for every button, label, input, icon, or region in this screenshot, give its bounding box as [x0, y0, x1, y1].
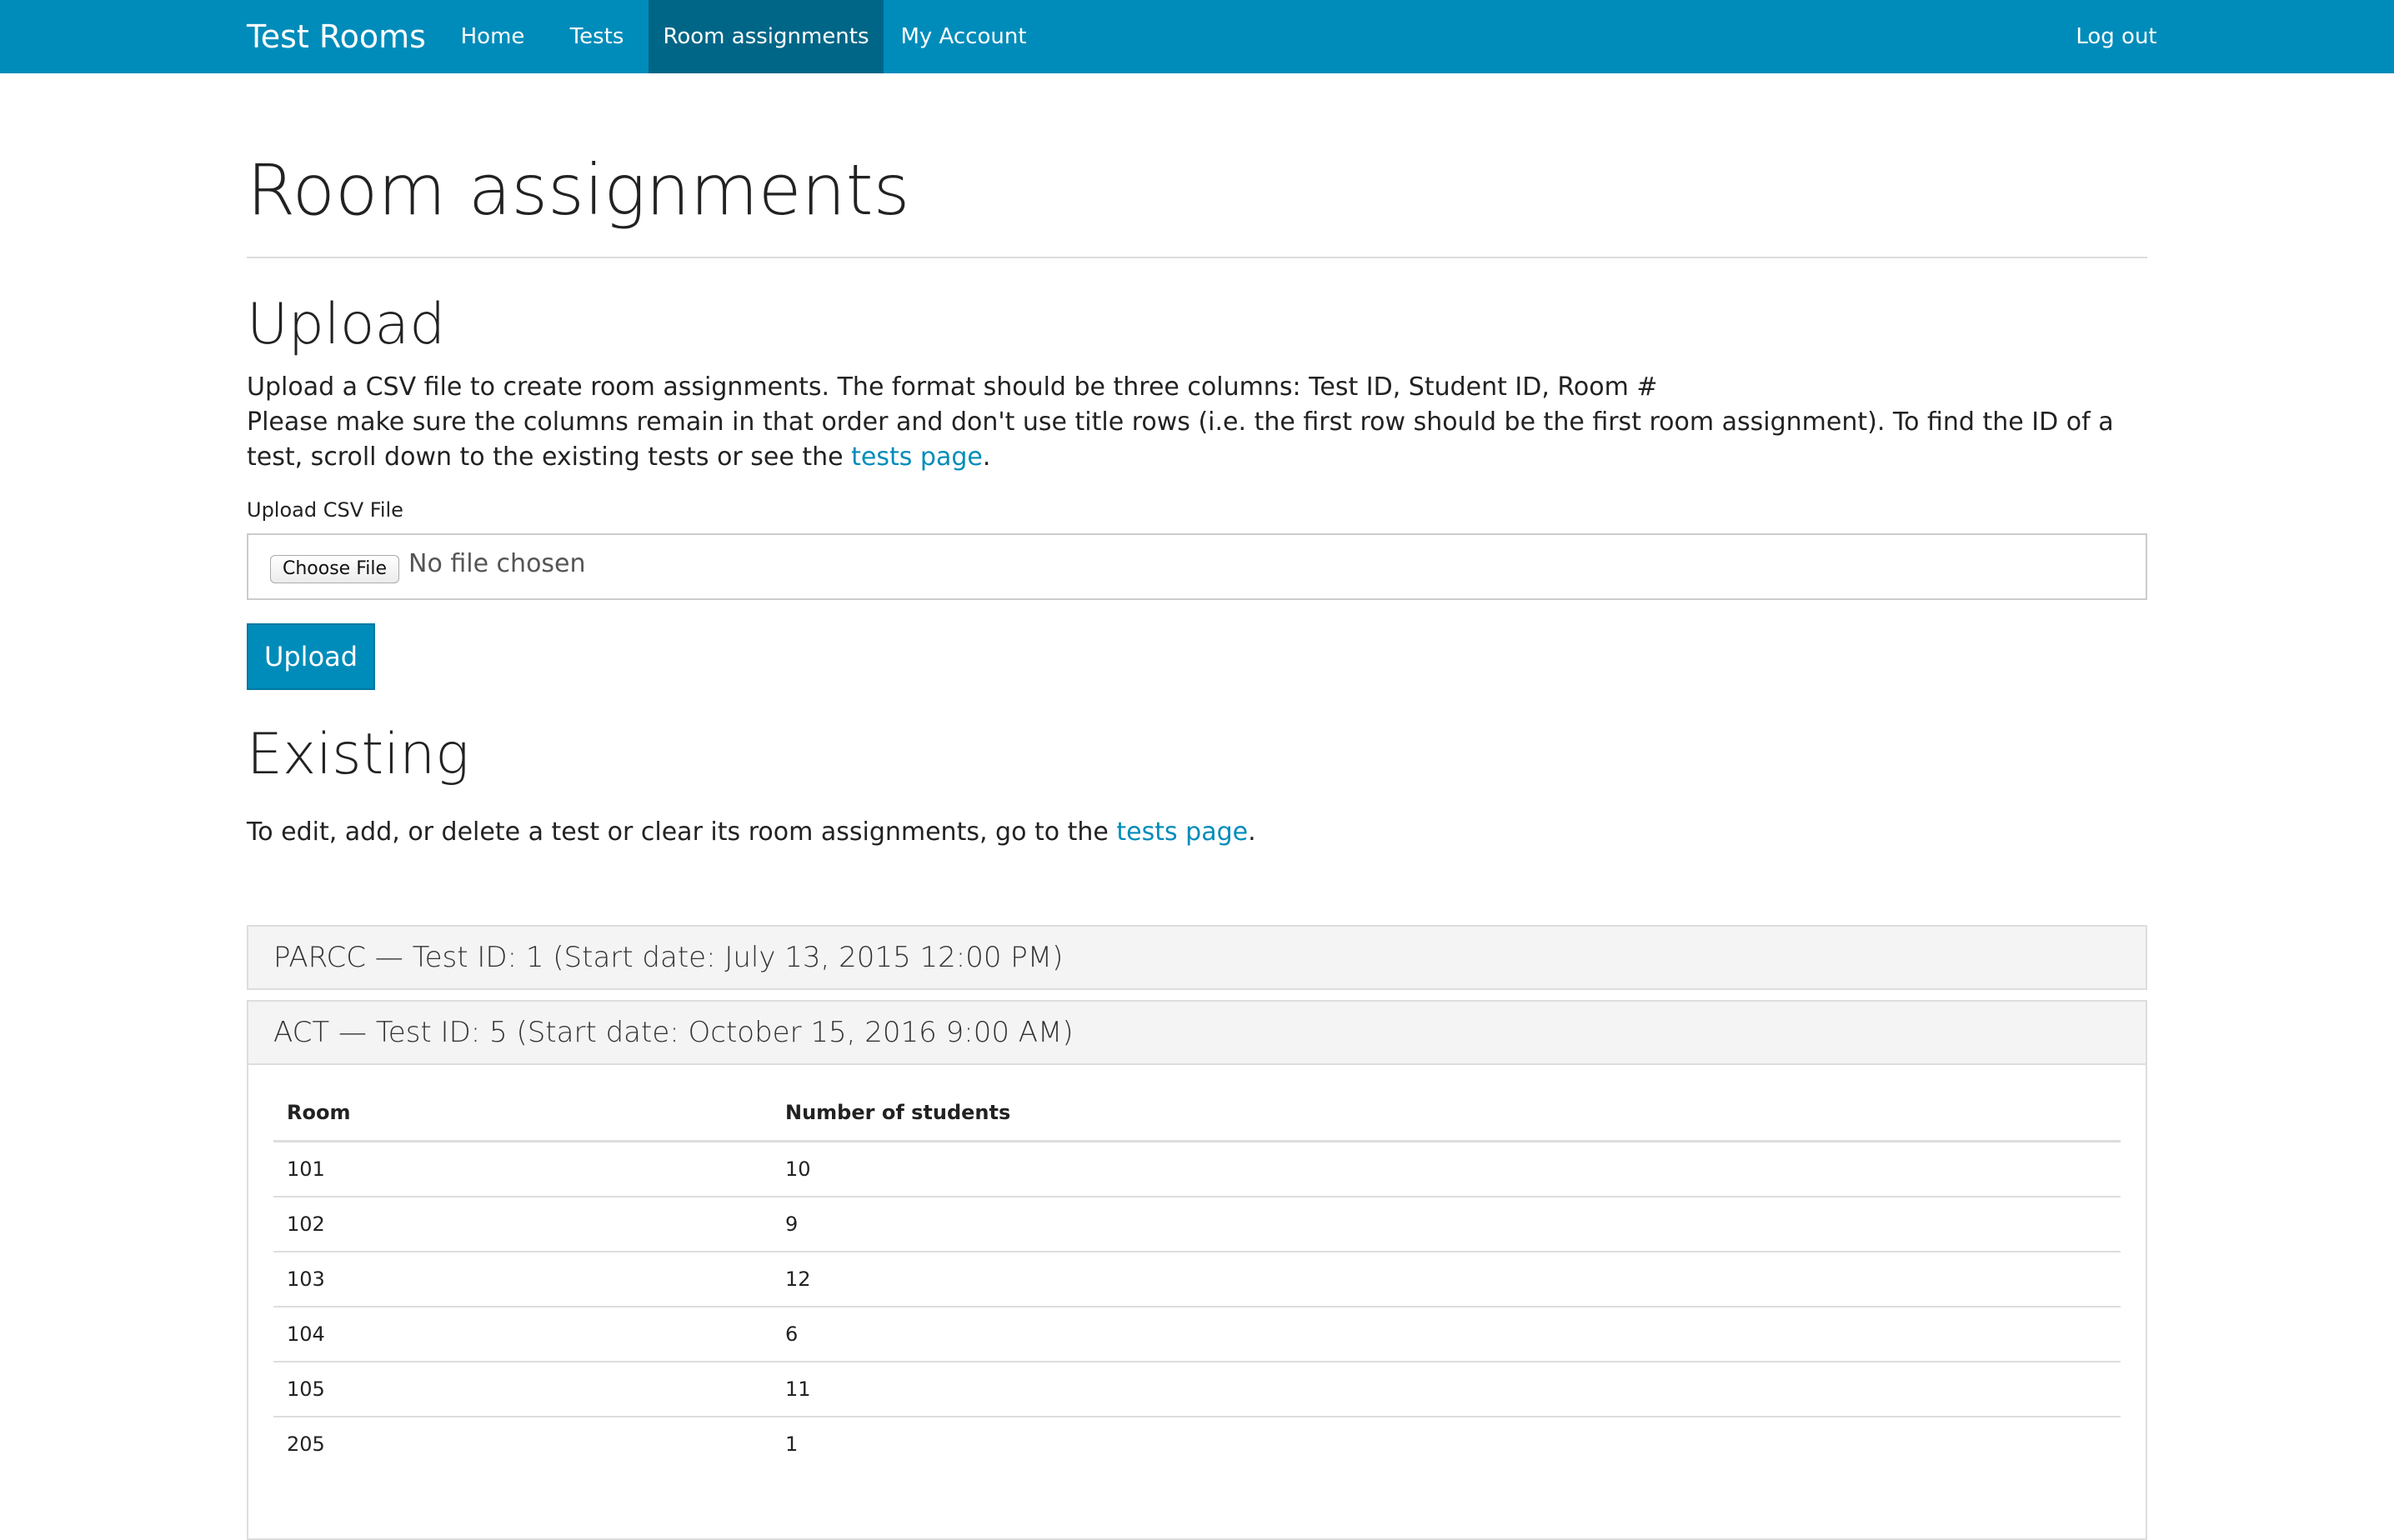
page-title: Room assignments [247, 149, 910, 231]
title-divider [247, 257, 2147, 258]
table-row: 102 9 [273, 1196, 2121, 1252]
upload-description: Upload a CSV file to create room assignm… [247, 370, 2147, 475]
top-navbar: Test Rooms Home Tests Room assignments M… [0, 0, 2394, 73]
students-cell: 1 [772, 1416, 2121, 1471]
nav-home[interactable]: Home [442, 0, 543, 73]
existing-description: To edit, add, or delete a test or clear … [247, 818, 1256, 847]
accordion-header-parcc[interactable]: PARCC — Test ID: 1 (Start date: July 13,… [248, 927, 2146, 988]
tests-page-link[interactable]: tests page [1116, 818, 1248, 847]
accordion-panel-act: ACT — Test ID: 5 (Start date: October 15… [247, 1000, 2147, 1540]
table-header-row: Room Number of students [273, 1085, 2121, 1142]
brand-link[interactable]: Test Rooms [247, 0, 426, 73]
accordion-panel-parcc: PARCC — Test ID: 1 (Start date: July 13,… [247, 925, 2147, 990]
tests-page-link[interactable]: tests page [851, 442, 983, 472]
students-cell: 11 [772, 1361, 2121, 1417]
room-cell: 102 [273, 1196, 772, 1252]
upload-instructions-text: Please make sure the columns remain in t… [247, 408, 2114, 472]
room-assignments-table: Room Number of students 101 10 102 9 103… [273, 1085, 2121, 1471]
students-cell: 6 [772, 1306, 2121, 1362]
table-row: 101 10 [273, 1142, 2121, 1198]
column-header-room: Room [273, 1085, 772, 1142]
room-cell: 104 [273, 1306, 772, 1362]
no-file-chosen-text: No file chosen [408, 549, 586, 578]
students-cell: 10 [785, 1158, 811, 1181]
nav-room-assignments[interactable]: Room assignments [649, 0, 884, 73]
room-cell: 205 [273, 1416, 772, 1471]
table-row: 205 1 [273, 1416, 2121, 1471]
existing-heading: Existing [247, 722, 469, 788]
students-cell: 9 [772, 1196, 2121, 1252]
choose-file-button[interactable]: Choose File [270, 555, 400, 583]
column-header-students: Number of students [772, 1085, 2121, 1142]
students-cell: 12 [772, 1251, 2121, 1307]
table-row: 104 6 [273, 1306, 2121, 1362]
table-row: 103 12 [273, 1251, 2121, 1307]
table-row: 105 11 [273, 1361, 2121, 1417]
nav-tests[interactable]: Tests [548, 0, 645, 73]
upload-format-text: Upload a CSV file to create room assignm… [247, 372, 1658, 402]
room-cell: 103 [273, 1251, 772, 1307]
nav-log-out[interactable]: Log out [2047, 0, 2186, 73]
upload-button[interactable]: Upload [247, 623, 375, 690]
upload-heading: Upload [247, 292, 446, 358]
room-cell: 105 [273, 1361, 772, 1417]
nav-my-account[interactable]: My Account [884, 0, 1044, 73]
file-input[interactable]: Choose File No file chosen [247, 533, 2147, 600]
upload-csv-label: Upload CSV File [247, 498, 403, 522]
accordion-header-act[interactable]: ACT — Test ID: 5 (Start date: October 15… [248, 1002, 2146, 1065]
room-cell: 101 [287, 1158, 325, 1181]
